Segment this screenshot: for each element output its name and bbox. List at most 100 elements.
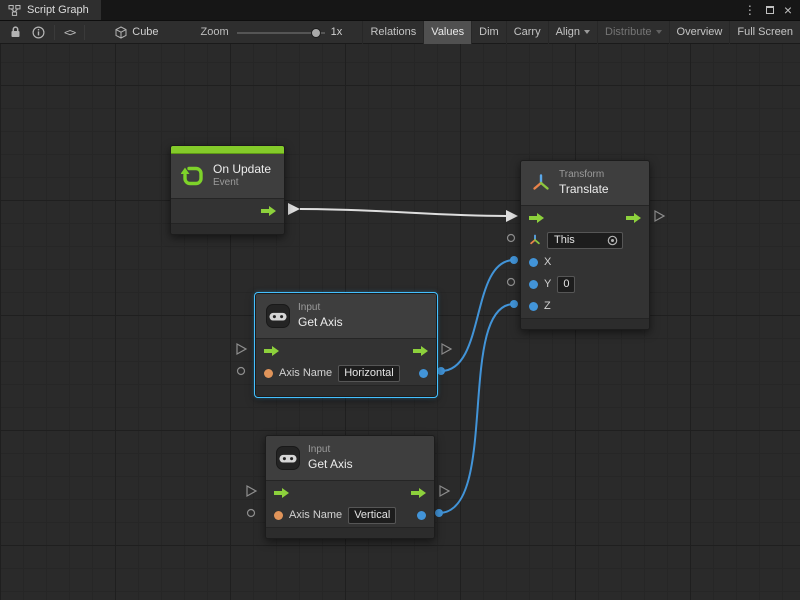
flow-output-port[interactable] [413,346,428,356]
node-on-update-event[interactable]: On Update Event [170,145,285,235]
z-port-label: Z [544,300,551,312]
relations-button[interactable]: Relations [362,21,423,44]
toolbar-right-group: Relations Values Dim Carry Align Distrib… [362,21,800,44]
translate-flow-output-marker[interactable] [655,211,664,221]
y-value-field[interactable]: 0 [557,276,575,293]
axis-name-port[interactable] [274,511,283,520]
tab-title: Script Graph [27,4,89,16]
getaxis-v-value-input-marker[interactable] [248,510,255,517]
getaxis-h-flow-input-marker[interactable] [237,344,246,354]
translate-this-input-marker[interactable] [508,235,515,242]
x-port-row: X [521,251,649,273]
flow-input-port[interactable] [264,346,279,356]
distribute-button[interactable]: Distribute [597,21,668,44]
axis-name-field[interactable]: Vertical [348,507,396,524]
event-accent-strip [171,146,284,154]
y-port-label: Y [544,278,551,290]
graph-canvas[interactable]: On Update Event Transform Tran [0,44,800,600]
graph-icon [8,4,21,17]
wire-horizontal-to-x[interactable] [437,256,518,375]
full-screen-button[interactable]: Full Screen [729,21,800,44]
tab-script-graph[interactable]: Script Graph [0,0,101,20]
getaxis-h-flow-output-marker[interactable] [442,344,451,354]
distribute-label: Distribute [605,26,651,38]
axis-name-port-row: Axis Name Horizontal [256,362,436,384]
node-footer [266,527,434,538]
flow-port-row [256,340,436,362]
zoom-slider[interactable] [237,21,325,44]
node-header: Transform Translate [521,161,649,206]
flow-port-row [266,482,434,504]
overview-button[interactable]: Overview [669,21,730,44]
node-title: Get Axis [308,457,353,472]
node-header: On Update Event [171,154,284,199]
result-output-port[interactable] [419,369,428,378]
transform-icon [531,173,551,193]
flow-input-port[interactable] [529,213,544,223]
node-category: Input [298,302,343,315]
carry-button[interactable]: Carry [506,21,548,44]
graph-toolbar: <> Cube Zoom 1x Relations Values Dim Car… [0,21,800,44]
info-icon[interactable] [27,21,50,44]
wire-vertical-to-z[interactable] [435,300,518,517]
transform-mini-icon [529,234,541,246]
axis-name-label: Axis Name [279,367,332,379]
flow-output-port[interactable] [261,206,276,216]
object-picker-icon[interactable] [607,235,618,246]
window-menu-icon[interactable]: ⋮ [744,4,756,16]
getaxis-v-flow-output-marker[interactable] [440,486,449,496]
flow-port-row [171,200,284,222]
flow-port-row [521,207,649,229]
x-port[interactable] [529,258,538,267]
axis-name-port-row: Axis Name Vertical [266,504,434,526]
chevron-down-icon [584,30,590,34]
axis-name-field[interactable]: Horizontal [338,365,400,382]
node-footer [521,318,649,329]
align-button[interactable]: Align [548,21,597,44]
align-label: Align [556,26,580,38]
flow-input-port[interactable] [274,488,289,498]
result-output-port[interactable] [417,511,426,520]
on-update-icon [181,164,205,188]
flow-output-port[interactable] [411,488,426,498]
x-port-label: X [544,256,551,268]
target-selector[interactable]: Cube [115,26,158,39]
node-category: Transform [559,169,609,182]
code-icon[interactable]: <> [59,21,80,44]
axis-name-port[interactable] [264,369,273,378]
gamepad-icon [276,446,300,470]
node-get-axis-vertical[interactable]: Input Get Axis Axis Name Vertical [265,435,435,539]
wire-on-update-to-translate[interactable] [288,203,518,222]
dim-button[interactable]: Dim [471,21,506,44]
translate-y-input-marker[interactable] [508,279,515,286]
z-port[interactable] [529,302,538,311]
z-port-row: Z [521,295,649,317]
toolbar-divider [54,25,55,40]
this-dropdown[interactable]: This [547,232,623,249]
values-button[interactable]: Values [423,21,471,44]
node-get-axis-horizontal[interactable]: Input Get Axis Axis Name Horizontal [255,293,437,397]
node-category: Input [308,444,353,457]
getaxis-h-value-input-marker[interactable] [238,368,245,375]
window-maximize-icon[interactable] [766,6,774,14]
this-value: This [554,234,575,247]
flow-output-port[interactable] [626,213,641,223]
getaxis-v-flow-input-marker[interactable] [247,486,256,496]
node-header: Input Get Axis [256,294,436,339]
gamepad-icon [266,304,290,328]
lock-icon[interactable] [4,21,27,44]
y-port[interactable] [529,280,538,289]
window-close-icon[interactable]: × [784,3,792,17]
node-header: Input Get Axis [266,436,434,481]
node-footer [171,223,284,234]
node-title: Get Axis [298,315,343,330]
node-transform-translate[interactable]: Transform Translate This [520,160,650,330]
node-footer [256,385,436,396]
zoom-slider-knob[interactable] [311,28,321,38]
target-label: Cube [132,26,158,38]
node-subtitle: Event [213,177,271,190]
cube-icon [115,26,127,39]
this-port-row: This [521,229,649,251]
chevron-down-icon [656,30,662,34]
y-port-row: Y 0 [521,273,649,295]
